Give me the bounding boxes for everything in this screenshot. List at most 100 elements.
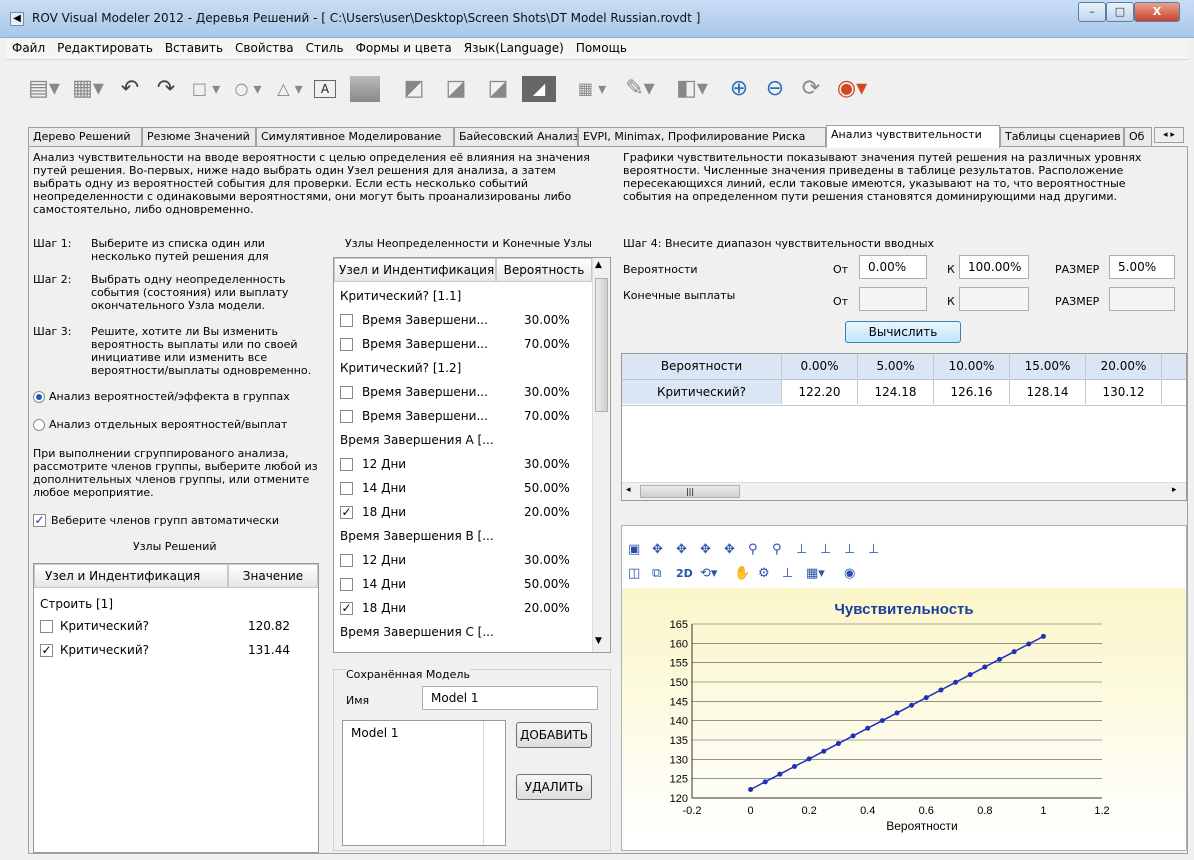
radio-individual-analysis[interactable] <box>33 419 45 431</box>
axis-icon[interactable]: ⊥ <box>868 542 879 557</box>
scrollbar-thumb[interactable] <box>595 278 608 412</box>
tab-about[interactable]: Об <box>1124 127 1152 147</box>
axis-icon[interactable]: ⊥ <box>782 566 793 581</box>
record-icon[interactable]: ◉ <box>844 566 855 581</box>
chart-settings-icon[interactable]: ▣ <box>628 542 640 557</box>
zoom-icon[interactable]: ⚲ <box>772 542 782 557</box>
pan-icon[interactable]: ✥ <box>652 542 663 557</box>
decision-col-value[interactable]: Значение <box>228 564 318 588</box>
radio-group-analysis[interactable] <box>33 391 45 403</box>
triangle-icon[interactable]: △ ▾ <box>270 74 310 104</box>
pan-icon[interactable]: ✥ <box>676 542 687 557</box>
axis-icon[interactable]: ⊥ <box>820 542 831 557</box>
cube-icon[interactable]: ◫ <box>628 566 640 581</box>
scroll-left-icon[interactable]: ◂ <box>626 485 631 495</box>
zoom-icon[interactable]: ⚲ <box>748 542 758 557</box>
add-model-button[interactable]: ДОБАВИТЬ <box>516 722 592 748</box>
saved-model-list[interactable]: Model 1 <box>342 720 506 846</box>
uncertainty-row-checkbox[interactable] <box>340 338 353 351</box>
redo-icon[interactable]: ↷ <box>152 74 180 104</box>
uncertainty-row-checkbox[interactable]: ✓ <box>340 602 353 615</box>
rotate-icon[interactable]: ✥ <box>724 542 735 557</box>
prob-to-input[interactable]: 100.00% <box>959 255 1029 279</box>
axis-icon[interactable]: ⊥ <box>844 542 855 557</box>
rotate-icon[interactable]: ✥ <box>700 542 711 557</box>
scroll-down-icon[interactable]: ▼ <box>595 636 602 646</box>
saved-model-item[interactable]: Model 1 <box>351 723 398 743</box>
rotate-3d-icon[interactable]: ⟲▾ <box>700 566 717 581</box>
tab-simulation[interactable]: Симулятивное Моделирование <box>256 127 454 147</box>
copy-icon[interactable]: ▦▾ <box>68 74 108 104</box>
auto-select-checkbox[interactable]: ✓ <box>33 514 46 527</box>
tab-value-summary[interactable]: Резюме Значений <box>142 127 256 147</box>
decision-row-checkbox[interactable]: ✓ <box>40 644 53 657</box>
axis-icon[interactable]: ⊥ <box>796 542 807 557</box>
prob-size-input[interactable]: 5.00% <box>1109 255 1175 279</box>
hand-icon[interactable]: ✋ <box>734 566 750 581</box>
settings-icon[interactable]: ⚙ <box>758 566 770 581</box>
menu-shapes-colors[interactable]: Формы и цвета <box>350 38 458 58</box>
menu-file[interactable]: Файл <box>6 38 51 58</box>
tab-scenario-tables[interactable]: Таблицы сценариев <box>1000 127 1124 147</box>
new-file-icon[interactable]: ▤▾ <box>26 74 62 104</box>
tab-bayesian[interactable]: Байесовский Анализ <box>454 127 578 147</box>
hscroll-thumb[interactable]: ||| <box>640 485 740 498</box>
close-button[interactable]: X <box>1134 2 1180 22</box>
uncertainty-scrollbar[interactable]: ▲ ▼ <box>592 258 610 652</box>
chart-type-icon[interactable]: ▦▾ <box>806 566 825 581</box>
saved-model-name-input[interactable]: Model 1 <box>422 686 598 710</box>
uncertainty-row-checkbox[interactable] <box>340 482 353 495</box>
uncertainty-row-checkbox[interactable] <box>340 458 353 471</box>
menu-help[interactable]: Помощь <box>570 38 633 58</box>
results-hscrollbar[interactable]: ◂ ||| ▸ <box>622 482 1186 500</box>
payoff-size-input[interactable] <box>1109 287 1175 311</box>
uncertainty-col-prob[interactable]: Вероятность <box>496 258 592 282</box>
menu-properties[interactable]: Свойства <box>229 38 300 58</box>
results-col-header: 5.00% <box>858 354 934 378</box>
zoom-out-icon[interactable]: ⊖ <box>760 74 790 104</box>
minimize-button[interactable]: – <box>1078 2 1106 22</box>
chart-icon[interactable]: ◩ <box>396 74 432 104</box>
zoom-in-icon[interactable]: ⊕ <box>724 74 754 104</box>
menu-style[interactable]: Стиль <box>300 38 350 58</box>
menu-edit[interactable]: Редактировать <box>51 38 159 58</box>
uncertainty-row-checkbox[interactable] <box>340 314 353 327</box>
uncertainty-col-node[interactable]: Узел и Индентификация <box>334 258 496 282</box>
menu-insert[interactable]: Вставить <box>159 38 229 58</box>
uncertainty-row-checkbox[interactable]: ✓ <box>340 506 353 519</box>
chart-icon[interactable]: ◪ <box>438 74 474 104</box>
tab-scroll-arrows[interactable]: ◂ ▸ <box>1154 127 1184 143</box>
delete-model-button[interactable]: УДАЛИТЬ <box>516 774 592 800</box>
paint-icon[interactable]: ◧▾ <box>670 74 714 104</box>
2d-toggle-icon[interactable]: 2D <box>676 567 693 580</box>
rectangle-icon[interactable]: □ ▾ <box>186 74 226 104</box>
payoff-from-input[interactable] <box>859 287 927 311</box>
ellipse-icon[interactable]: ○ ▾ <box>228 74 268 104</box>
copy-chart-icon[interactable]: ⧉ <box>652 566 661 581</box>
calculator-icon[interactable]: ▦ ▾ <box>572 74 612 104</box>
tab-evpi[interactable]: EVPI, Minimax, Профилирование Риска <box>578 127 826 147</box>
decision-row-checkbox[interactable] <box>40 620 53 633</box>
menu-language[interactable]: Язык(Language) <box>458 38 570 58</box>
chart-icon[interactable]: ◢ <box>522 76 556 102</box>
prob-from-input[interactable]: 0.00% <box>859 255 927 279</box>
undo-icon[interactable]: ↶ <box>116 74 144 104</box>
uncertainty-row-checkbox[interactable] <box>340 578 353 591</box>
node-fill-icon[interactable] <box>350 76 380 102</box>
tab-sensitivity[interactable]: Анализ чувствительности <box>826 125 1000 148</box>
chart-icon[interactable]: ◪ <box>480 74 516 104</box>
uncertainty-row-checkbox[interactable] <box>340 386 353 399</box>
tab-decision-tree[interactable]: Дерево Решений <box>28 127 142 147</box>
pen-icon[interactable]: ✎▾ <box>618 74 662 104</box>
decision-col-node[interactable]: Узел и Индентификация <box>34 564 228 588</box>
maximize-button[interactable]: □ <box>1106 2 1134 22</box>
text-box-icon[interactable]: A <box>314 80 336 98</box>
scroll-right-icon[interactable]: ▸ <box>1172 485 1177 495</box>
compute-button[interactable]: Вычислить <box>845 321 961 343</box>
uncertainty-row-checkbox[interactable] <box>340 410 353 423</box>
payoff-to-input[interactable] <box>959 287 1029 311</box>
refresh-icon[interactable]: ⟳ <box>796 74 826 104</box>
gauge-icon[interactable]: ◉▾ <box>832 74 872 104</box>
scroll-up-icon[interactable]: ▲ <box>595 260 602 270</box>
uncertainty-row-checkbox[interactable] <box>340 554 353 567</box>
